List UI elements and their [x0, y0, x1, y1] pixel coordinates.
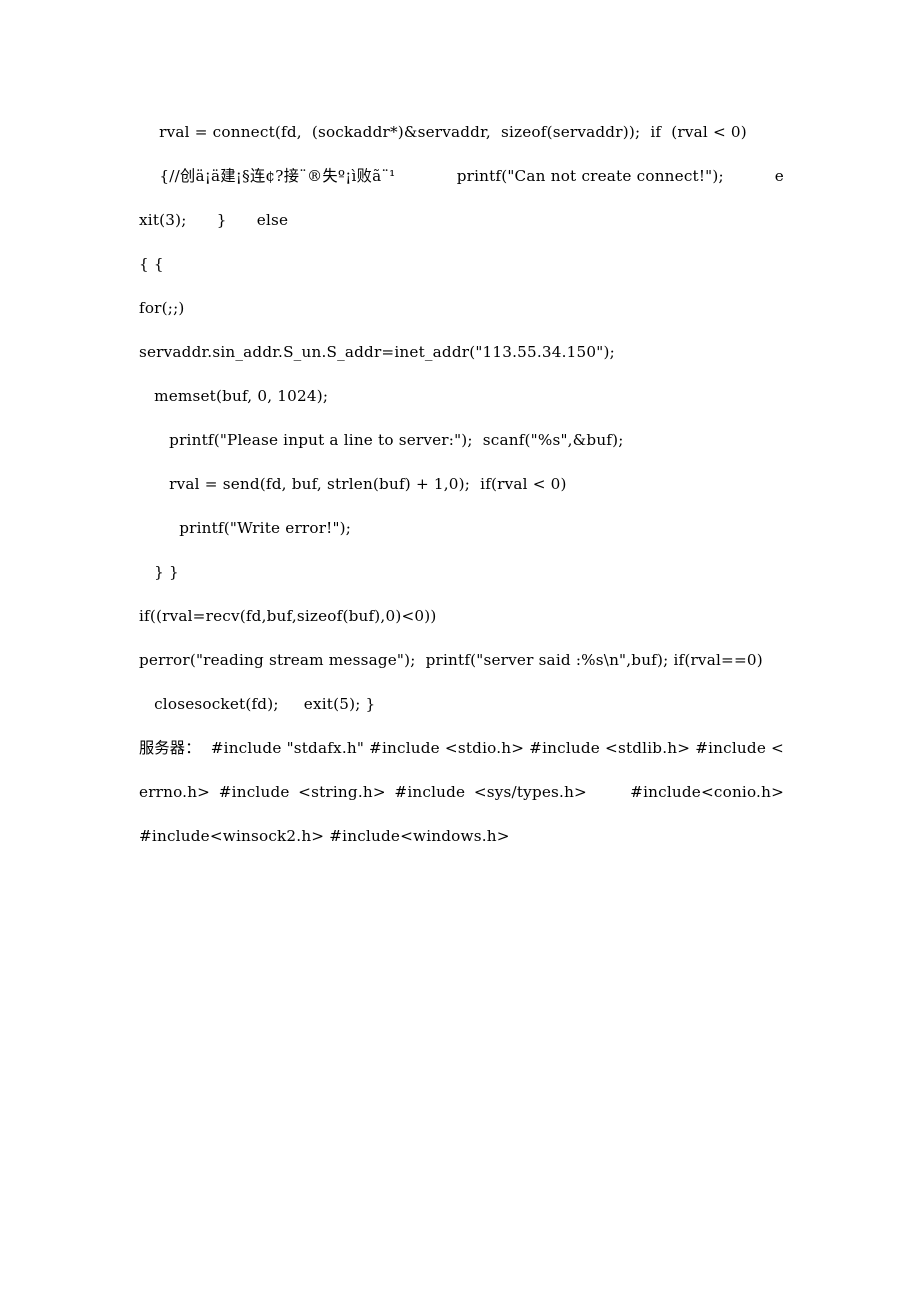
code-paragraph-connect: rval = connect(fd, (sockaddr*)&servaddr,…: [139, 123, 747, 141]
code-paragraph-printf-please-input: printf("Please input a line to server:")…: [139, 431, 624, 449]
code-paragraph-memset: memset(buf, 0, 1024);: [139, 387, 329, 405]
code-paragraph-server-includes: 服务器： #include "stdafx.h" #include <stdio…: [139, 739, 810, 845]
document-page: rval = connect(fd, (sockaddr*)&servaddr,…: [0, 0, 920, 1302]
code-paragraph-for-loop: for(;;): [139, 299, 185, 317]
code-paragraph-servaddr-assign: servaddr.sin_addr.S_un.S_addr=inet_addr(…: [139, 343, 615, 361]
code-paragraph-recv: if((rval=recv(fd,buf,sizeof(buf),0)<0)): [139, 607, 437, 625]
code-paragraph-closesocket: closesocket(fd); exit(5); }: [139, 695, 376, 713]
code-paragraph-printf-write-error: printf("Write error!");: [139, 519, 352, 537]
code-paragraph-perror: perror("reading stream message"); printf…: [139, 651, 763, 669]
document-text-column: rval = connect(fd, (sockaddr*)&servaddr,…: [139, 110, 784, 858]
code-paragraph-create-connect-fail: {//创ä¡ä建¡§连¢?接¨®失º¡ì败ã¨¹ printf("Can not…: [139, 167, 784, 229]
code-paragraph-close-braces: } }: [139, 563, 179, 581]
code-paragraph-open-braces: { {: [139, 255, 164, 273]
code-paragraph-send: rval = send(fd, buf, strlen(buf) + 1,0);…: [139, 475, 567, 493]
